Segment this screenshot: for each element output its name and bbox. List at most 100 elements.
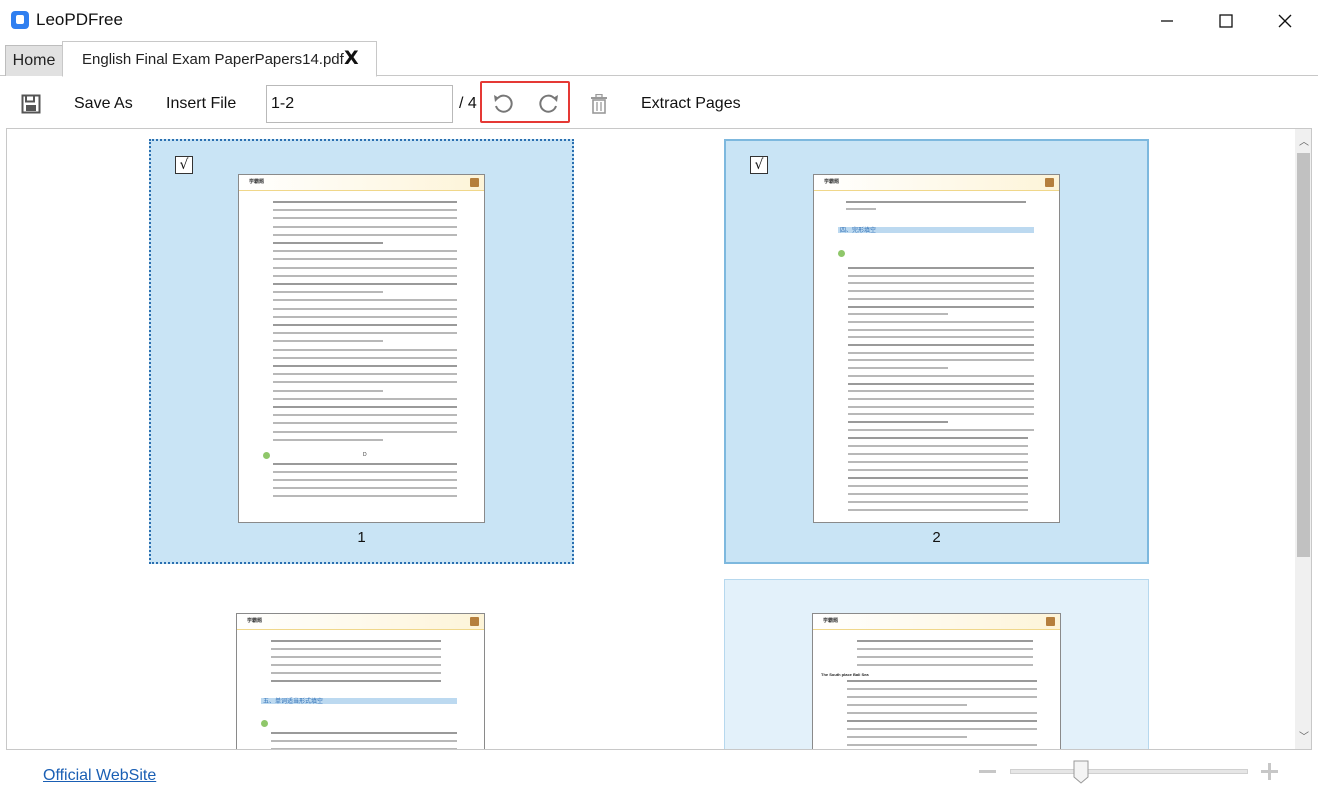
minimize-button[interactable] <box>1144 6 1190 36</box>
close-tab-button[interactable]: X <box>344 47 359 69</box>
thumbnail-header: 学霸题 <box>237 614 484 630</box>
close-icon <box>1278 14 1292 28</box>
text-line <box>847 736 967 738</box>
close-window-button[interactable] <box>1262 6 1308 36</box>
text-line <box>847 744 1037 746</box>
text-line <box>848 313 948 316</box>
page-card-1[interactable]: √ 学霸题 D 1 <box>149 139 574 564</box>
text-line <box>848 469 1028 471</box>
page-checkbox-2[interactable]: √ <box>750 156 768 174</box>
text-line <box>271 656 441 658</box>
rotate-left-icon[interactable] <box>492 93 514 115</box>
save-as-button[interactable]: Save As <box>74 95 133 113</box>
bullet-icon <box>838 250 845 257</box>
text-line <box>273 414 457 417</box>
page-number-2: 2 <box>932 529 941 546</box>
zoom-out-icon[interactable] <box>979 770 996 773</box>
text-line <box>273 250 457 253</box>
page-checkbox-1[interactable]: √ <box>175 156 193 174</box>
text-line <box>848 305 1034 308</box>
text-line <box>271 664 441 666</box>
text-line <box>847 688 1037 690</box>
section-title: 五、单词适当形式填空 <box>263 699 324 705</box>
tab-document[interactable]: English Final Exam PaperPapers14.pdf <box>62 41 377 77</box>
scrollbar-thumb[interactable] <box>1297 153 1310 557</box>
text-line <box>273 283 457 285</box>
zoom-slider-handle[interactable] <box>1073 760 1089 784</box>
text-line <box>273 430 457 433</box>
text-line <box>273 258 457 261</box>
text-line <box>273 373 457 376</box>
text-line <box>273 381 457 384</box>
text-line <box>271 640 441 642</box>
text-line <box>848 461 1028 463</box>
text-line <box>271 740 457 742</box>
book-icon <box>470 178 479 187</box>
text-line <box>857 640 1033 642</box>
text-line <box>848 501 1028 503</box>
text-line <box>847 680 1037 682</box>
text-line <box>273 471 457 473</box>
text-line <box>848 437 1028 439</box>
rotate-right-icon[interactable] <box>538 93 560 115</box>
page-thumbnail-4: 学霸题 The South place Bali Sea <box>812 613 1061 749</box>
text-line <box>846 201 1026 203</box>
tab-home[interactable]: Home <box>5 45 63 76</box>
save-icon[interactable] <box>21 94 41 114</box>
text-line <box>273 340 383 343</box>
text-line <box>273 422 457 425</box>
text-line <box>848 485 1028 487</box>
text-line <box>846 208 876 210</box>
text-line <box>848 351 1034 354</box>
text-line <box>848 374 1034 377</box>
text-line <box>273 324 457 326</box>
insert-file-button[interactable]: Insert File <box>166 95 236 113</box>
zoom-slider[interactable] <box>1010 769 1248 774</box>
text-line <box>848 390 1034 393</box>
page-card-4[interactable]: 学霸题 The South place Bali Sea <box>724 579 1149 749</box>
text-line <box>273 299 457 302</box>
tab-document-label: English Final Exam PaperPapers14.pdf <box>82 50 344 68</box>
page-card-2[interactable]: √ 学霸题 四、完形填空 2 <box>724 139 1149 564</box>
official-website-link[interactable]: Official WebSite <box>43 767 156 785</box>
app-title: LeoPDFree <box>36 10 123 29</box>
text-line <box>848 413 1034 416</box>
page-number-1: 1 <box>357 529 366 546</box>
text-line <box>848 328 1034 331</box>
text-line <box>273 332 457 335</box>
text-line <box>273 365 457 367</box>
text-line <box>848 405 1034 408</box>
app-logo-icon <box>11 11 29 29</box>
text-line <box>848 421 948 423</box>
text-line <box>273 274 457 277</box>
text-line <box>273 225 457 228</box>
text-line <box>847 712 1037 714</box>
page-total: / 4 <box>459 95 477 112</box>
maximize-button[interactable] <box>1203 6 1249 36</box>
toolbar: Save As Insert File / 4 Extract Pages <box>0 76 1318 128</box>
page-range-input[interactable] <box>266 85 453 123</box>
page-thumbnail-2: 学霸题 四、完形填空 <box>813 174 1060 523</box>
text-line <box>848 509 1028 511</box>
text-line <box>848 336 1034 339</box>
text-line <box>848 282 1034 285</box>
delete-icon[interactable] <box>590 94 608 114</box>
minimize-icon <box>1161 20 1173 22</box>
scroll-down-icon[interactable]: ﹀ <box>1298 732 1310 744</box>
tab-bar: Home English Final Exam PaperPapers14.pd… <box>0 40 1318 77</box>
page-card-3[interactable]: 学霸题 五、单词适当形式填空 <box>149 579 574 749</box>
zoom-in-icon[interactable] <box>1261 763 1278 780</box>
bullet-icon <box>263 452 270 459</box>
thumbnail-header: 学霸题 <box>814 175 1059 191</box>
text-line <box>848 320 1034 323</box>
extract-pages-button[interactable]: Extract Pages <box>641 95 741 113</box>
text-line <box>847 704 967 706</box>
thumbnail-header: 学霸题 <box>813 614 1060 630</box>
text-line <box>848 397 1034 400</box>
text-line <box>271 648 441 650</box>
scroll-up-icon[interactable]: ︿ <box>1298 137 1310 149</box>
text-line <box>273 291 383 294</box>
text-line <box>273 266 457 269</box>
text-line <box>848 274 1034 277</box>
maximize-icon <box>1219 14 1233 28</box>
